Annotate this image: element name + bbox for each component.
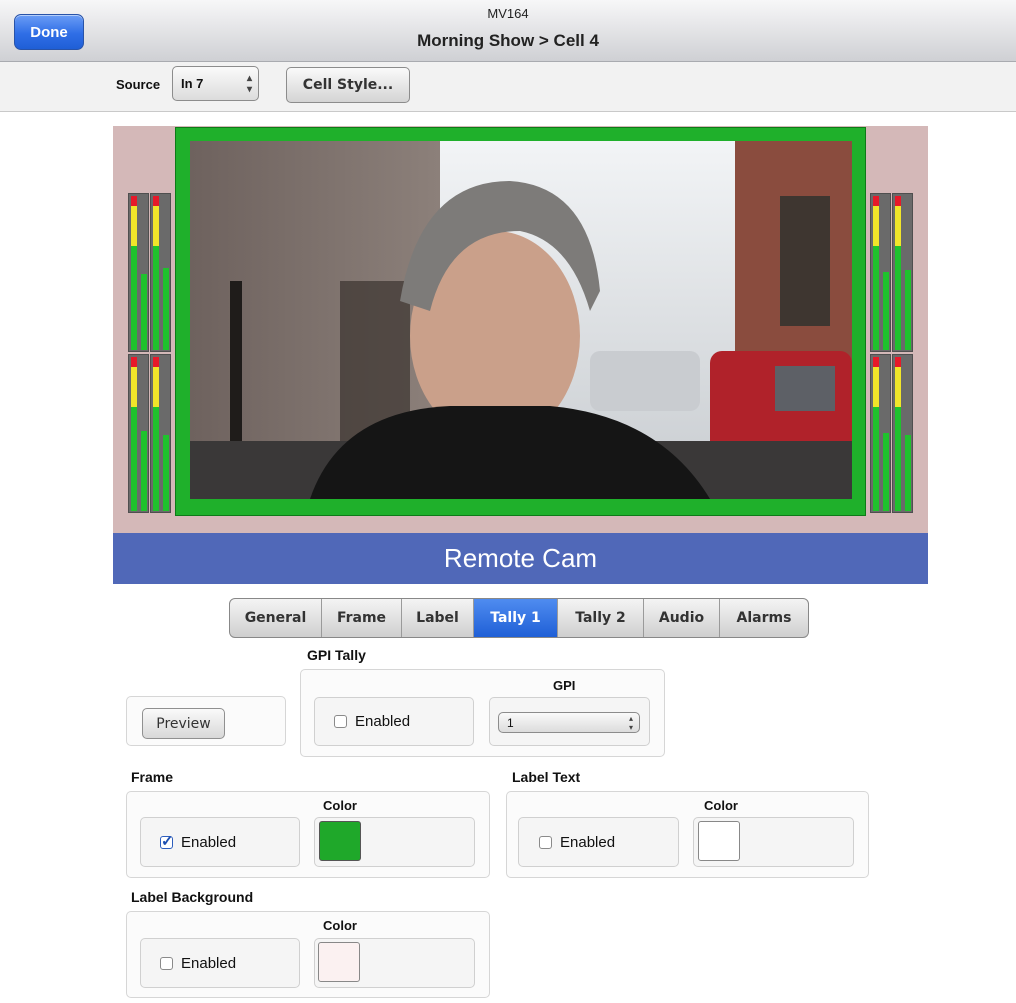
gpi-enabled-checkbox[interactable]: Enabled — [334, 713, 410, 730]
checkbox-icon — [334, 715, 347, 728]
frame-color-label: Color — [323, 798, 357, 813]
label-background-enabled-label: Enabled — [181, 955, 237, 972]
label-text-enabled-label: Enabled — [560, 834, 616, 851]
gpi-select[interactable]: 1 ▴ ▾ — [498, 712, 640, 733]
source-select-value: In 7 — [181, 76, 204, 91]
frame-color-swatch[interactable] — [319, 821, 361, 861]
label-text-enabled-checkbox[interactable]: Enabled — [539, 834, 615, 851]
frame-title: Frame — [131, 769, 174, 785]
gpi-tally-title: GPI Tally — [307, 647, 366, 663]
label-background-enabled-checkbox[interactable]: Enabled — [160, 955, 236, 972]
label-background-title: Label Background — [131, 889, 254, 905]
tab-tally-1[interactable]: Tally 1 — [474, 599, 558, 637]
label-text-color-swatch[interactable] — [698, 821, 740, 861]
label-text-color-label: Color — [704, 798, 738, 813]
cell-label: Remote Cam — [113, 533, 928, 584]
audio-meter-left-top — [128, 193, 172, 352]
cell-style-button[interactable]: Cell Style... — [286, 67, 410, 103]
checkbox-icon — [160, 957, 173, 970]
frame-enabled-checkbox[interactable]: Enabled — [160, 832, 237, 851]
label-background-color-label: Color — [323, 918, 357, 933]
title-bar: Done MV164 Morning Show > Cell 4 — [0, 0, 1016, 62]
audio-meter-right-top — [870, 193, 914, 352]
tab-bar: General Frame Label Tally 1 Tally 2 Audi… — [229, 598, 809, 638]
video-thumbnail — [190, 141, 852, 499]
tab-label[interactable]: Label — [402, 599, 474, 637]
label-text-title: Label Text — [512, 769, 581, 785]
source-select[interactable]: In 7 ▴ ▾ — [172, 66, 259, 101]
select-arrows-icon: ▴ ▾ — [246, 72, 252, 95]
source-label: Source — [116, 77, 161, 92]
tab-audio[interactable]: Audio — [644, 599, 720, 637]
preview-button[interactable]: Preview — [142, 708, 225, 739]
tab-alarms[interactable]: Alarms — [720, 599, 808, 637]
tab-tally-2[interactable]: Tally 2 — [558, 599, 644, 637]
toolbar: Source — [0, 62, 1016, 112]
checkbox-checked-icon — [160, 832, 174, 850]
gpi-select-value: 1 — [507, 715, 514, 730]
tab-general[interactable]: General — [230, 599, 322, 637]
page-title: Morning Show > Cell 4 — [417, 31, 599, 50]
device-name: MV164 — [487, 6, 529, 21]
video-image — [190, 141, 852, 499]
gpi-enabled-label: Enabled — [355, 713, 411, 730]
audio-meter-left-bottom — [128, 354, 172, 513]
select-arrows-icon: ▴ ▾ — [628, 713, 633, 732]
gpi-label: GPI — [553, 678, 576, 693]
tab-frame[interactable]: Frame — [322, 599, 402, 637]
label-background-color-swatch[interactable] — [318, 942, 360, 982]
checkbox-icon — [539, 836, 552, 849]
audio-meter-right-bottom — [870, 354, 914, 513]
frame-enabled-label: Enabled — [181, 834, 237, 851]
